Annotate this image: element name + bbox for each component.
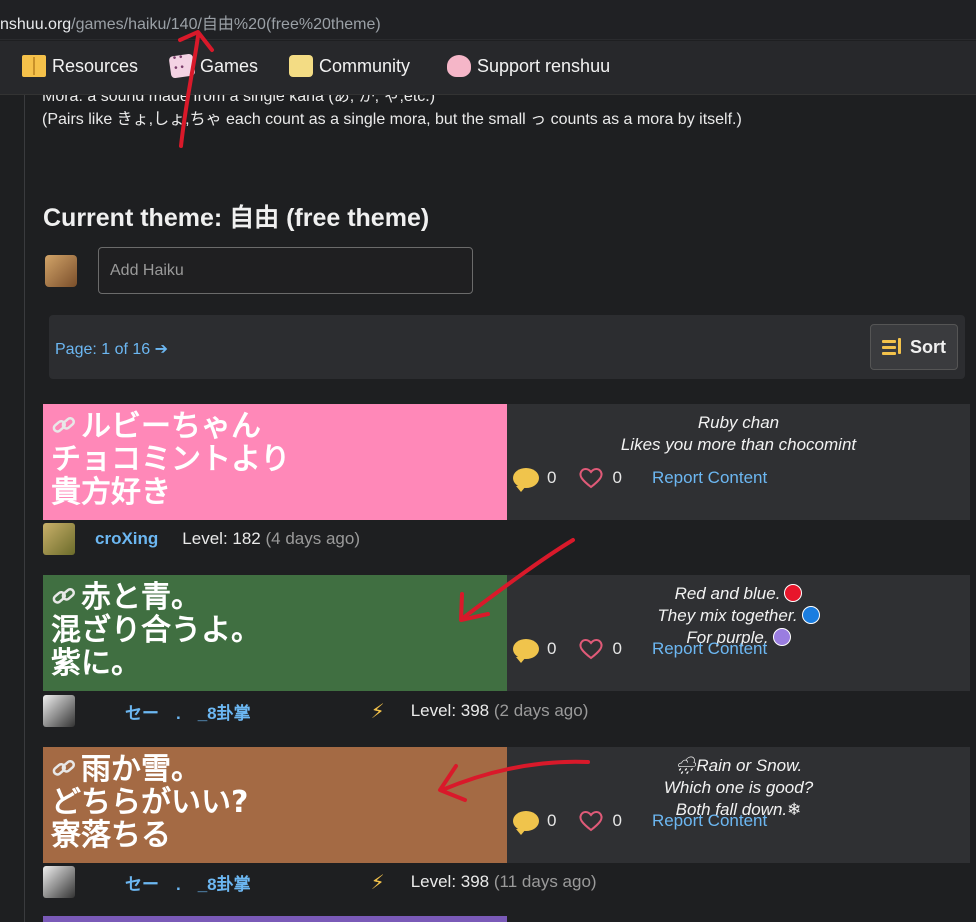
heart-outline-icon[interactable] — [578, 637, 604, 661]
comment-icon[interactable] — [513, 468, 539, 492]
translation-line: Which one is good? — [663, 778, 814, 797]
translation-line: 🌧Rain or Snow. — [674, 756, 803, 775]
lightning-icon: ⚡ — [370, 700, 385, 723]
current-user-avatar[interactable] — [45, 255, 77, 287]
nav-label: Community — [319, 55, 411, 76]
top-navigation: Resources Games Community Support renshu… — [0, 41, 976, 95]
translation-line: Ruby chan — [697, 413, 780, 432]
nav-resources[interactable]: Resources — [22, 55, 138, 77]
chat-icon — [289, 55, 313, 77]
next-post-card — [43, 916, 507, 922]
link-icon[interactable] — [51, 757, 77, 781]
user-level: Level: 398 — [410, 701, 490, 720]
lightning-icon: ⚡ — [370, 871, 385, 894]
post-byline: セー . _8卦掌 ⚡ Level: 398 (2 days ago) — [43, 694, 588, 728]
heart-icon — [447, 55, 471, 77]
heart-outline-icon[interactable] — [578, 466, 604, 490]
translation-line: They mix together. — [657, 606, 798, 625]
nav-label: Games — [200, 55, 259, 76]
nav-community[interactable]: Community — [289, 55, 410, 77]
poem-line: 赤と青。 — [81, 580, 201, 615]
url-text[interactable]: nshuu.org/games/haiku/140/自由%20(free%20t… — [0, 10, 381, 34]
poem-line: ルビーちゃん — [81, 409, 261, 444]
username-link[interactable]: croXing — [95, 529, 158, 549]
poem-line: 混ざり合うよ。 — [51, 613, 261, 648]
user-avatar[interactable] — [43, 695, 75, 727]
translation-line: Red and blue. — [674, 584, 781, 603]
haiku-poem: 雨か雪。 どちらがいい? 寮落ちる — [43, 747, 507, 863]
current-theme-title: Current theme: 自由 (free theme) — [43, 204, 430, 232]
nav-label: Support renshuu — [477, 55, 611, 76]
haiku-poem: ルビーちゃん チョコミントより 貴方好き — [43, 404, 507, 520]
like-count: 0 — [612, 639, 622, 658]
comment-count: 0 — [547, 468, 557, 487]
color-dot — [772, 628, 791, 646]
post-actions: 0 0 Report Content — [513, 466, 767, 492]
sort-button[interactable]: Sort — [870, 324, 958, 370]
user-avatar[interactable] — [43, 523, 75, 555]
haiku-card: ルビーちゃん チョコミントより 貴方好き Ruby chan Likes you mo… — [43, 404, 970, 520]
comment-icon[interactable] — [513, 811, 539, 835]
heart-outline-icon[interactable] — [578, 809, 604, 833]
post-byline: croXing Level: 182 (4 days ago) — [43, 522, 360, 556]
browser-url-bar[interactable]: nshuu.org/games/haiku/140/自由%20(free%20t… — [0, 0, 976, 40]
link-icon[interactable] — [51, 585, 77, 609]
book-icon — [22, 55, 46, 77]
content-border — [24, 95, 25, 922]
color-dot — [801, 606, 820, 624]
add-haiku-input[interactable] — [98, 247, 473, 294]
dice-icon — [168, 53, 196, 79]
post-timestamp: (4 days ago) — [265, 529, 360, 548]
color-dot — [784, 584, 803, 602]
poem-line: 雨か雪。 — [81, 752, 201, 787]
mora-explanation: Mora: a sound made from a single kana (あ… — [42, 95, 962, 131]
haiku-translation: Ruby chan Likes you more than chocomint — [507, 412, 970, 456]
pagination-bar: Page: 1 of 16 ➔ Sort — [49, 315, 965, 379]
username-link[interactable]: セー . _8卦掌 — [125, 870, 251, 895]
report-content-link[interactable]: Report Content — [652, 468, 767, 488]
poem-line: 貴方好き — [51, 475, 171, 510]
user-level: Level: 182 — [182, 529, 261, 548]
comment-count: 0 — [547, 811, 557, 830]
report-content-link[interactable]: Report Content — [652, 639, 767, 659]
poem-line: 寮落ちる — [51, 818, 171, 853]
username-link[interactable]: セー . _8卦掌 — [125, 699, 251, 724]
link-icon[interactable] — [51, 414, 77, 438]
comment-icon[interactable] — [513, 639, 539, 663]
mora-definition: Mora: a sound made from a single kana (あ… — [42, 95, 436, 105]
poem-line: 紫に。 — [51, 646, 141, 681]
haiku-poem: 赤と青。 混ざり合うよ。 紫に。 — [43, 575, 507, 691]
like-count: 0 — [612, 468, 622, 487]
arrow-right-icon[interactable]: ➔ — [155, 341, 168, 358]
post-timestamp: (11 days ago) — [493, 872, 597, 891]
report-content-link[interactable]: Report Content — [652, 811, 767, 831]
post-byline: セー . _8卦掌 ⚡ Level: 398 (11 days ago) — [43, 865, 597, 899]
comment-count: 0 — [547, 639, 557, 658]
user-avatar[interactable] — [43, 866, 75, 898]
translation-line: Likes you more than chocomint — [620, 435, 857, 454]
haiku-card: 雨か雪。 どちらがいい? 寮落ちる 🌧Rain or Snow. Which one … — [43, 747, 970, 863]
like-count: 0 — [612, 811, 622, 830]
sort-icon — [882, 338, 904, 356]
mora-note: (Pairs like きょ,しょ,ちゃ each count as a sin… — [42, 111, 742, 128]
nav-label: Resources — [52, 55, 139, 76]
post-actions: 0 0 Report Content — [513, 809, 767, 835]
page-indicator[interactable]: Page: 1 of 16 ➔ — [55, 339, 168, 359]
post-actions: 0 0 Report Content — [513, 637, 767, 663]
poem-line: どちらがいい? — [51, 785, 249, 820]
nav-games[interactable]: Games — [168, 53, 259, 79]
haiku-card: 赤と青。 混ざり合うよ。 紫に。 Red and blue. They mix tog… — [43, 575, 970, 691]
user-level: Level: 398 — [410, 872, 490, 891]
nav-support[interactable]: Support renshuu — [447, 55, 610, 77]
post-timestamp: (2 days ago) — [493, 701, 589, 720]
poem-line: チョコミントより — [51, 442, 291, 477]
